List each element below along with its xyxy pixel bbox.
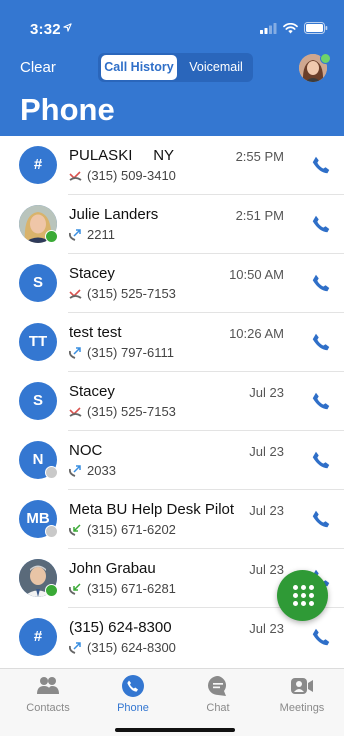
contact-avatar: TT <box>19 323 57 361</box>
outgoing-call-icon <box>69 346 81 359</box>
outgoing-call-icon <box>69 464 81 477</box>
status-time: 3:32 <box>30 21 61 38</box>
incoming-call-icon <box>69 582 81 595</box>
call-back-phone-icon[interactable] <box>310 213 332 235</box>
phone-icon <box>122 675 144 697</box>
status-icons <box>260 22 328 34</box>
contact-name: Stacey <box>69 383 115 400</box>
missed-call-icon <box>69 406 82 417</box>
contact-avatar: S <box>19 382 57 420</box>
call-time: Jul 23 <box>249 562 284 577</box>
home-indicator <box>115 728 235 732</box>
chat-icon <box>208 676 226 696</box>
call-row[interactable]: Julie Landers 2211 2:51 PM <box>0 195 344 254</box>
contact-name: (315) 624-8300 <box>69 619 172 636</box>
call-time: 10:26 AM <box>229 326 284 341</box>
status-bar: 3:32 <box>0 0 344 44</box>
tab-contacts[interactable]: Contacts <box>5 675 91 714</box>
contact-name: Meta BU Help Desk Pilot <box>69 501 235 518</box>
call-number: 2033 <box>87 463 116 478</box>
tab-label: Chat <box>206 702 230 714</box>
call-number: (315) 624-8300 <box>87 640 176 655</box>
dialpad-fab-button[interactable] <box>277 570 328 621</box>
video-icon <box>291 678 313 694</box>
tab-meetings[interactable]: Meetings <box>259 675 344 714</box>
call-number: (315) 525-7153 <box>87 286 176 301</box>
tab-chat[interactable]: Chat <box>175 675 261 714</box>
tab-phone[interactable]: Phone <box>90 675 176 714</box>
contact-avatar: # <box>19 618 57 656</box>
contact-name: Stacey <box>69 265 115 282</box>
user-presence-badge <box>320 53 331 64</box>
contact-name: PULASKI NY <box>69 147 175 164</box>
call-back-phone-icon[interactable] <box>310 508 332 530</box>
tab-label: Meetings <box>279 702 325 714</box>
call-back-phone-icon[interactable] <box>310 331 332 353</box>
call-time: Jul 23 <box>249 621 284 636</box>
contact-name: John Grabau <box>69 560 156 577</box>
call-row[interactable]: S Stacey (315) 525-7153 10:50 AM <box>0 254 344 313</box>
missed-call-icon <box>69 288 82 299</box>
app-header: 3:32 Clear Call History Voicemail Phone <box>0 0 344 136</box>
call-row[interactable]: N NOC 2033 Jul 23 <box>0 431 344 490</box>
contact-avatar: # <box>19 146 57 184</box>
clear-button[interactable]: Clear <box>20 59 56 76</box>
call-number: (315) 509-3410 <box>87 168 176 183</box>
call-row[interactable]: TT test test (315) 797-6111 10:26 AM <box>0 313 344 372</box>
call-row[interactable]: MB Meta BU Help Desk Pilot (315) 671-620… <box>0 490 344 549</box>
presence-offline-badge <box>45 466 58 479</box>
contact-name: NOC <box>69 442 103 459</box>
call-time: 2:55 PM <box>235 149 284 164</box>
call-back-phone-icon[interactable] <box>310 272 332 294</box>
incoming-call-icon <box>69 523 81 536</box>
call-row[interactable]: S Stacey (315) 525-7153 Jul 23 <box>0 372 344 431</box>
contact-avatar: S <box>19 264 57 302</box>
call-number: (315) 797-6111 <box>87 345 174 360</box>
tab-label: Contacts <box>26 702 70 714</box>
tab-voicemail[interactable]: Voicemail <box>181 55 251 80</box>
call-row[interactable]: # PULASKI NY (315) 509-3410 2:55 PM <box>0 136 344 195</box>
call-time: Jul 23 <box>249 444 284 459</box>
call-back-phone-icon[interactable] <box>310 390 332 412</box>
call-number: (315) 671-6281 <box>87 581 176 596</box>
call-number: 2211 <box>87 227 115 242</box>
call-time: Jul 23 <box>249 503 284 518</box>
presence-offline-badge <box>45 525 58 538</box>
bottom-tab-bar: Contacts Phone Chat Meetings <box>0 668 344 736</box>
missed-call-icon <box>69 170 82 181</box>
signal-icon <box>260 22 277 34</box>
tab-label: Phone <box>117 702 149 714</box>
contact-name: test test <box>69 324 122 341</box>
call-time: 10:50 AM <box>229 267 284 282</box>
call-time: 2:51 PM <box>235 208 284 223</box>
call-number: (315) 525-7153 <box>87 404 176 419</box>
battery-icon <box>304 22 328 34</box>
dialpad-icon <box>293 585 314 606</box>
location-arrow-icon <box>63 23 72 32</box>
call-back-phone-icon[interactable] <box>310 154 332 176</box>
history-segmented-control: Call History Voicemail <box>98 53 253 82</box>
presence-online-badge <box>45 230 58 243</box>
contact-name: Julie Landers <box>69 206 159 223</box>
outgoing-call-icon <box>69 228 81 241</box>
presence-online-badge <box>45 584 58 597</box>
contacts-icon <box>37 677 59 694</box>
tab-call-history[interactable]: Call History <box>101 55 177 80</box>
call-back-phone-icon[interactable] <box>310 449 332 471</box>
call-number: (315) 671-6202 <box>87 522 176 537</box>
outgoing-call-icon <box>69 641 81 654</box>
call-time: Jul 23 <box>249 385 284 400</box>
call-back-phone-icon[interactable] <box>310 626 332 648</box>
wifi-icon <box>283 22 298 33</box>
page-title: Phone <box>20 92 115 127</box>
